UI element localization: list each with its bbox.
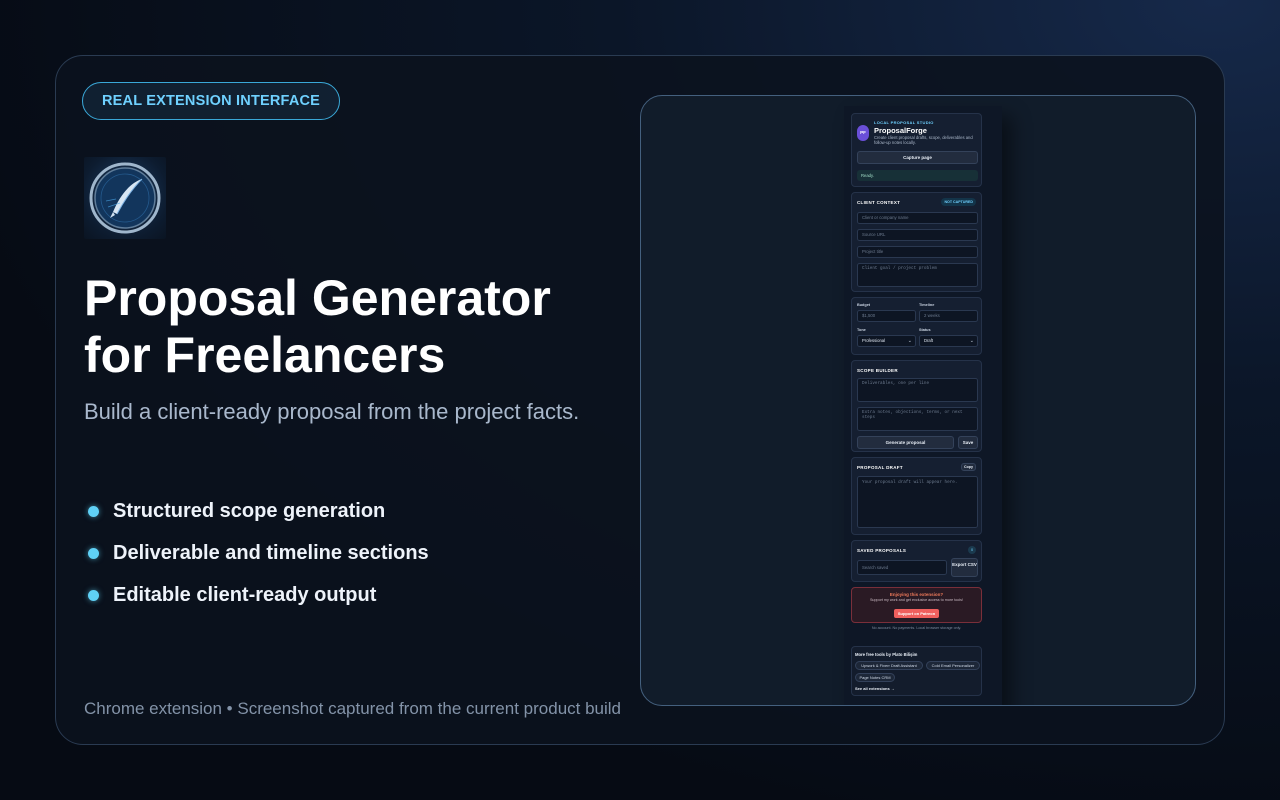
see-all-extensions-link[interactable]: See all extensions → (855, 686, 895, 691)
status-value: Draft (924, 338, 934, 343)
interface-badge: REAL EXTENSION INTERFACE (82, 82, 341, 120)
header-eyebrow: LOCAL PROPOSAL STUDIO (874, 120, 934, 125)
client-name-input[interactable]: Client or company name (857, 212, 978, 224)
avatar-initials: PF (860, 130, 866, 135)
client-goal-textarea[interactable]: Client goal / project problem (857, 263, 978, 287)
status-select[interactable]: Draft ⌄ (919, 335, 978, 347)
more-tools-heading: More free tools by Plato Bilişim (855, 652, 918, 657)
app-logo (84, 157, 166, 239)
project-details-section: Budget Timeline $1,500 2 weeks Tone Stat… (851, 297, 982, 355)
status-box: Ready. (857, 170, 978, 181)
tool-link[interactable]: Page Notes CRM (855, 673, 895, 682)
source-url-input[interactable]: Source URL (857, 229, 978, 241)
page-subtitle: Build a client-ready proposal from the p… (84, 399, 580, 424)
support-text: Support my work and get exclusive access… (869, 598, 964, 602)
feature-item: Deliverable and timeline sections (84, 532, 429, 574)
tool-link[interactable]: Upwork & Fiverr Draft Assistant (855, 661, 923, 670)
saved-proposals-section: SAVED PROPOSALS 0 Search saved Export CS… (851, 540, 982, 582)
bullet-icon (88, 505, 99, 517)
scope-builder-heading: SCOPE BUILDER (857, 368, 898, 373)
scope-builder-section: SCOPE BUILDER Deliverables, one per line… (851, 360, 982, 452)
save-button[interactable]: Save (958, 436, 978, 449)
timeline-label: Timeline (919, 303, 935, 307)
budget-label: Budget (857, 303, 871, 307)
proposal-draft-textarea[interactable]: Your proposal draft will appear here. (857, 476, 978, 528)
capture-status-badge: NOT CAPTURED (941, 198, 976, 206)
tool-link[interactable]: Cold Email Personalizer (926, 661, 980, 670)
patreon-button-label: Support on Patreon (897, 611, 936, 616)
saved-proposals-heading: SAVED PROPOSALS (857, 548, 907, 553)
project-title-input[interactable]: Project title (857, 246, 978, 258)
bullet-icon (88, 589, 99, 601)
tone-label: Tone (857, 328, 866, 332)
screenshot-frame: LOCAL PROPOSAL STUDIO PF ProposalForge C… (640, 95, 1196, 706)
support-section: Enjoying this extension? Support my work… (851, 587, 982, 623)
notes-textarea[interactable]: Extra notes, objections, terms, or next … (857, 407, 978, 431)
feature-text: Deliverable and timeline sections (113, 541, 429, 564)
more-tools-section: More free tools by Plato Bilişim Upwork … (851, 646, 982, 696)
generate-proposal-button[interactable]: Generate proposal (857, 436, 954, 449)
proposal-draft-heading: PROPOSAL DRAFT (857, 465, 903, 470)
feature-text: Structured scope generation (113, 499, 386, 522)
capture-page-button[interactable]: Capture page (857, 151, 978, 164)
timeline-input[interactable]: 2 weeks (919, 310, 978, 322)
status-label: Status (919, 328, 931, 332)
budget-input[interactable]: $1,500 (857, 310, 916, 322)
feature-list: Structured scope generation Deliverable … (84, 490, 429, 616)
deliverables-textarea[interactable]: Deliverables, one per line (857, 378, 978, 402)
proposal-draft-section: PROPOSAL DRAFT Copy Your proposal draft … (851, 457, 982, 535)
copy-button[interactable]: Copy (961, 463, 976, 471)
export-csv-label: Export CSV (952, 562, 977, 567)
tone-select[interactable]: Professional ⌄ (857, 335, 916, 347)
extension-popup: LOCAL PROPOSAL STUDIO PF ProposalForge C… (844, 106, 1002, 705)
patreon-button[interactable]: Support on Patreon (893, 609, 940, 618)
feature-item: Structured scope generation (84, 490, 429, 532)
saved-count-badge: 0 (968, 546, 976, 554)
app-description: Create client proposal drafts, scope, de… (874, 135, 973, 146)
quill-logo-icon (89, 162, 161, 234)
page-title: Proposal Generator for Freelancers (84, 270, 551, 383)
chevron-down-icon: ⌄ (907, 338, 912, 344)
feature-text: Editable client-ready output (113, 583, 377, 606)
client-context-heading: CLIENT CONTEXT (857, 200, 901, 205)
bullet-icon (88, 547, 99, 559)
tone-value: Professional (862, 338, 886, 343)
avatar: PF (857, 125, 869, 141)
chevron-down-icon: ⌄ (969, 338, 974, 344)
app-name: ProposalForge (874, 126, 927, 135)
privacy-note: No account. No payments. Local browser s… (871, 626, 962, 630)
header-section: LOCAL PROPOSAL STUDIO PF ProposalForge C… (851, 113, 982, 187)
client-context-section: CLIENT CONTEXT NOT CAPTURED Client or co… (851, 192, 982, 292)
export-csv-button[interactable]: Export CSV (951, 558, 978, 577)
support-title: Enjoying this extension? (889, 592, 944, 597)
feature-item: Editable client-ready output (84, 574, 429, 616)
search-saved-input[interactable]: Search saved (857, 560, 947, 575)
footer-caption: Chrome extension • Screenshot captured f… (84, 699, 622, 718)
